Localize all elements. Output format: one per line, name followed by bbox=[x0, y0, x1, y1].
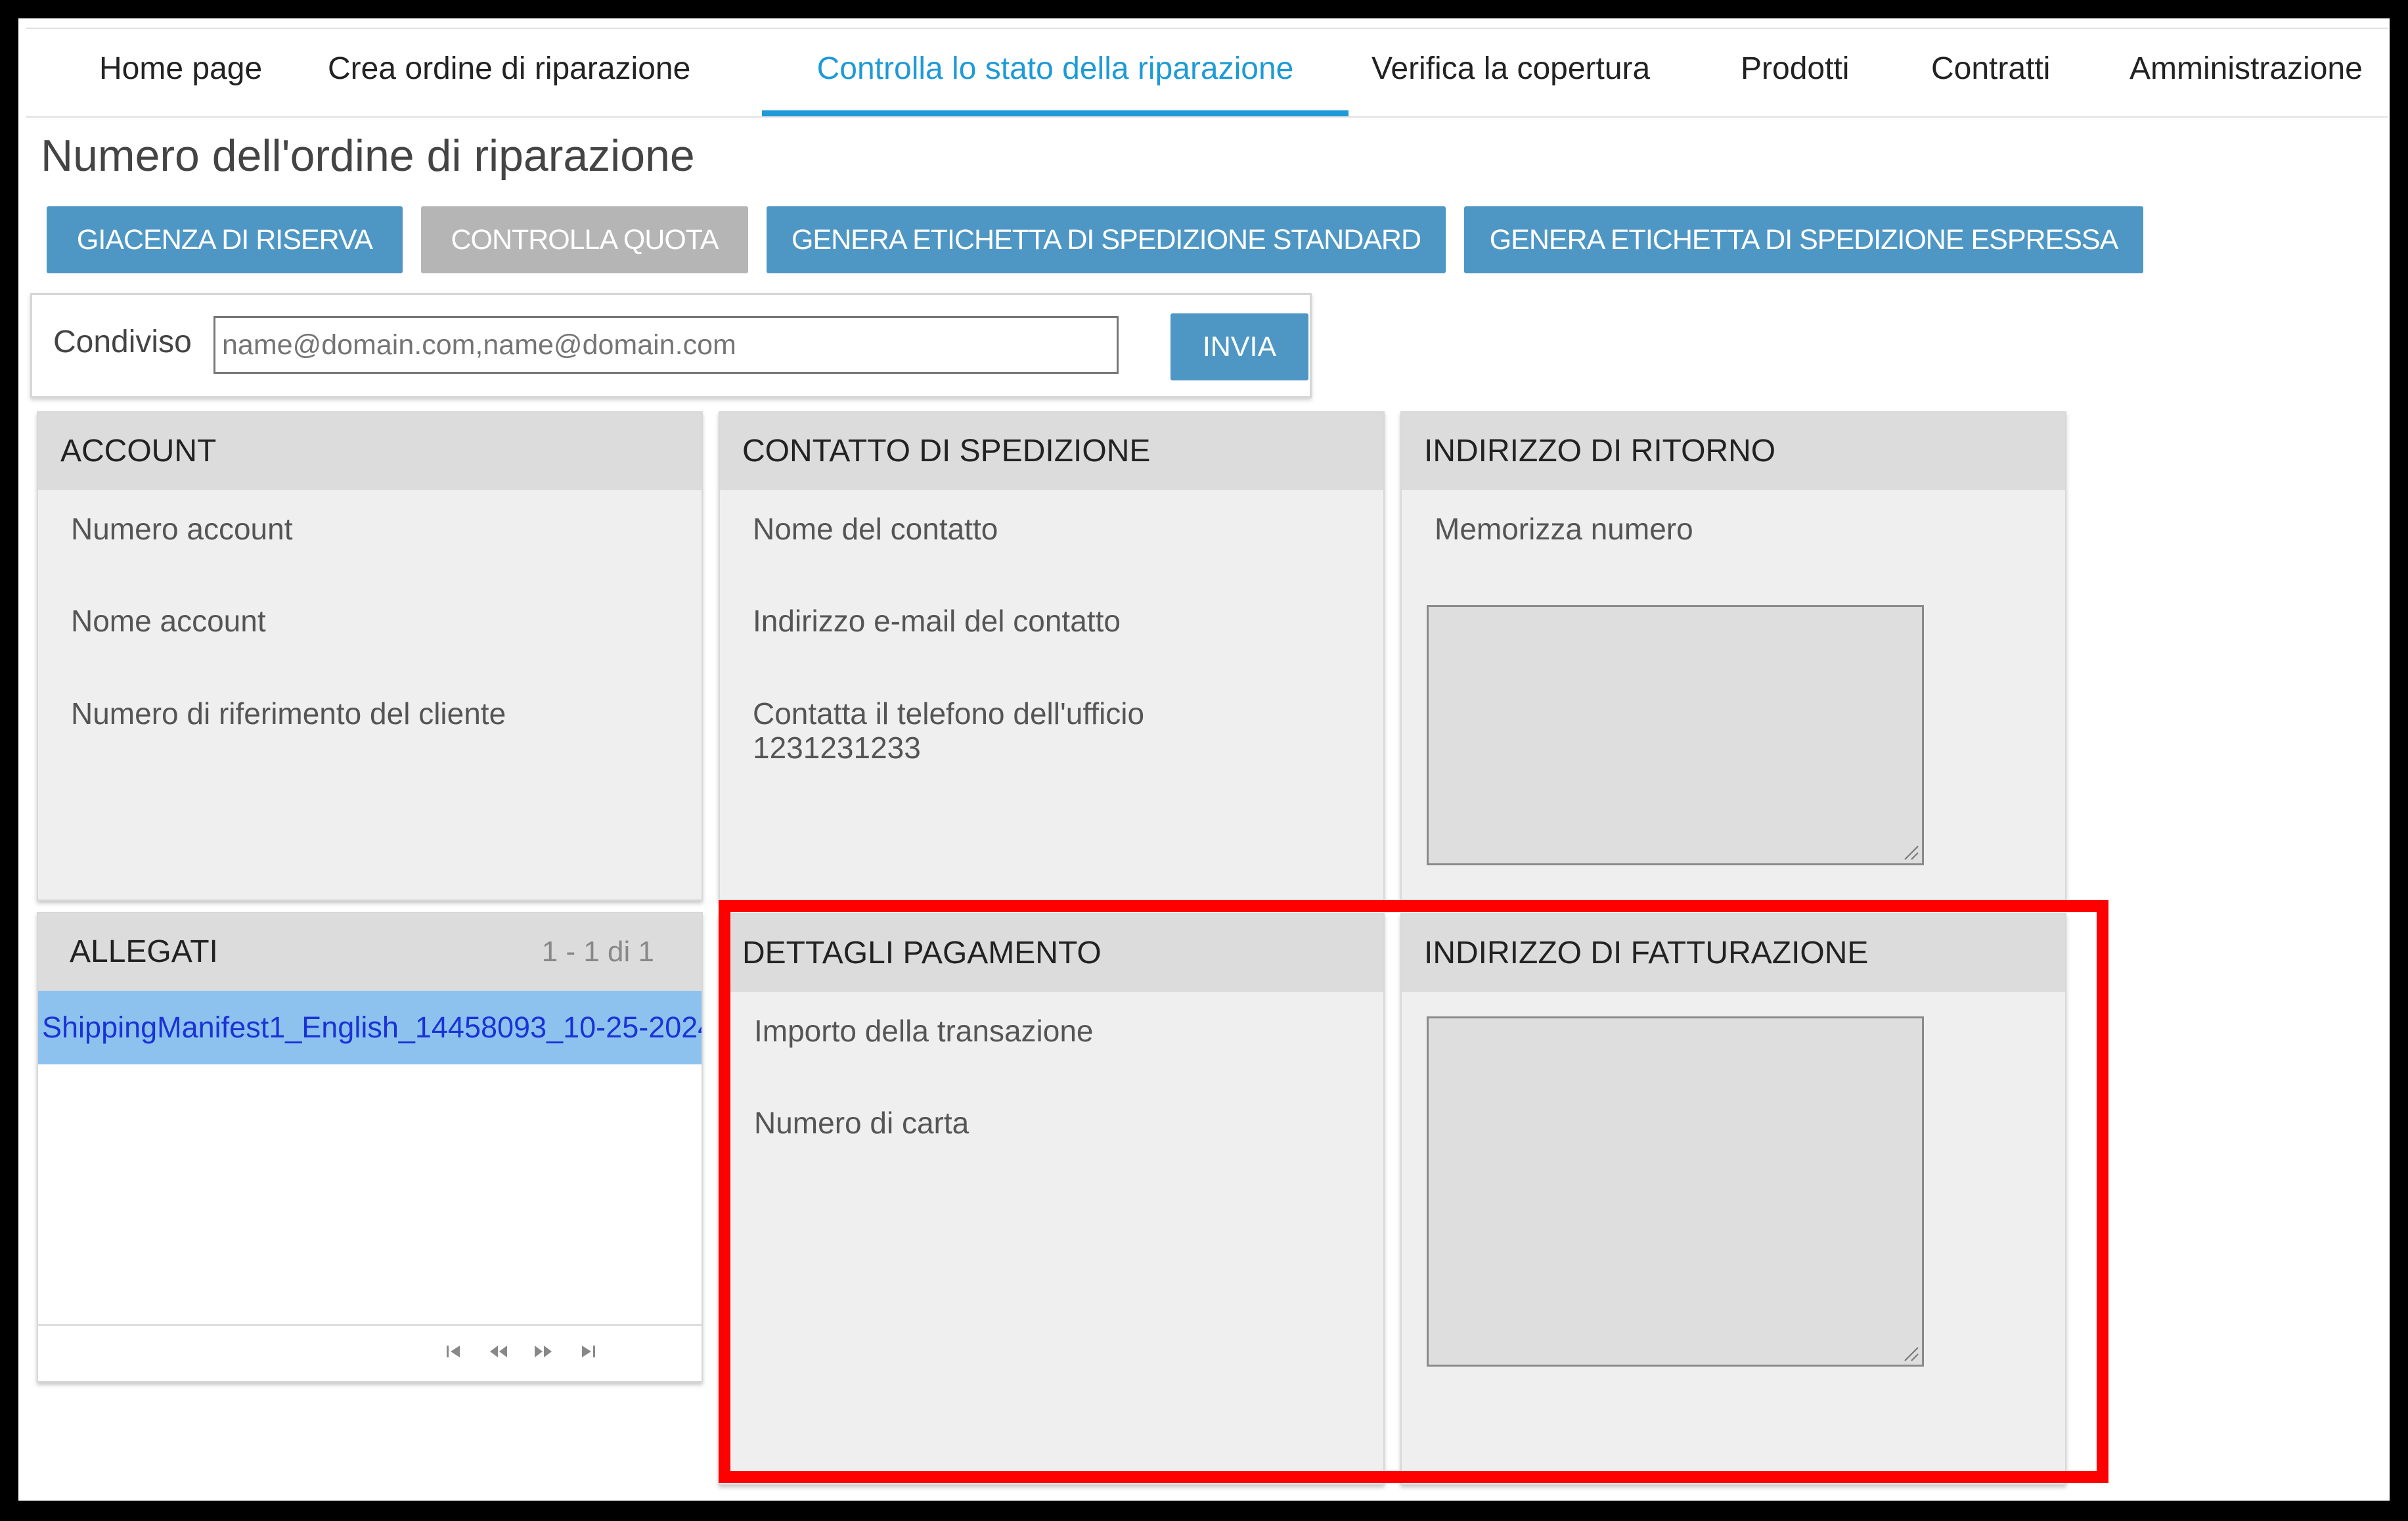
nav-create-repair-order[interactable]: Crea ordine di riparazione bbox=[328, 29, 690, 116]
first-page-icon[interactable] bbox=[444, 1342, 464, 1361]
nav-contracts[interactable]: Contratti bbox=[1931, 29, 2050, 116]
express-shipping-label-button[interactable]: GENERA ETICHETTA DI SPEDIZIONE ESPRESSA bbox=[1464, 206, 2143, 273]
return-address-panel: INDIRIZZO DI RITORNO Memorizza numero bbox=[1400, 411, 2066, 901]
last-page-icon[interactable] bbox=[578, 1342, 598, 1361]
next-page-icon[interactable] bbox=[532, 1342, 554, 1361]
office-phone-value: 1231231233 bbox=[753, 731, 921, 765]
transaction-amount-label: Importo della transazione bbox=[754, 1014, 1094, 1048]
return-address-textarea[interactable] bbox=[1427, 605, 1924, 865]
standard-shipping-label-button[interactable]: GENERA ETICHETTA DI SPEDIZIONE STANDARD bbox=[767, 206, 1446, 273]
shipping-contact-panel-title: CONTATTO DI SPEDIZIONE bbox=[720, 413, 1383, 490]
customer-reference-label: Numero di riferimento del cliente bbox=[71, 696, 506, 731]
nav-administration[interactable]: Amministrazione bbox=[2129, 29, 2363, 116]
attachment-item[interactable]: ShippingManifest1_English_14458093_10-25… bbox=[38, 991, 702, 1064]
account-name-label: Nome account bbox=[71, 604, 266, 638]
page-title: Numero dell'ordine di riparazione bbox=[41, 131, 695, 181]
previous-page-icon[interactable] bbox=[487, 1342, 510, 1361]
nav-check-repair-status[interactable]: Controlla lo stato della riparazione bbox=[762, 29, 1349, 116]
attachments-pager bbox=[38, 1324, 702, 1380]
nav-products[interactable]: Prodotti bbox=[1741, 29, 1849, 116]
resize-grip-icon[interactable] bbox=[1902, 844, 1919, 861]
account-number-label: Numero account bbox=[71, 512, 293, 546]
account-panel: ACCOUNT Numero account Nome account Nume… bbox=[37, 411, 703, 901]
attachments-panel: ALLEGATI 1 - 1 di 1 ShippingManifest1_En… bbox=[37, 912, 703, 1382]
share-email-input[interactable] bbox=[213, 316, 1119, 374]
payment-details-panel-title: DETTAGLI PAGAMENTO bbox=[720, 915, 1383, 992]
repair-status-page: Home page Crea ordine di riparazione Con… bbox=[18, 18, 2390, 1501]
payment-details-panel: DETTAGLI PAGAMENTO Importo della transaz… bbox=[719, 913, 1385, 1485]
attachments-count: 1 - 1 di 1 bbox=[541, 936, 654, 968]
billing-address-panel-title: INDIRIZZO DI FATTURAZIONE bbox=[1402, 915, 2065, 992]
share-label: Condiviso bbox=[53, 325, 192, 359]
reserve-stock-button[interactable]: GIACENZA DI RISERVA bbox=[47, 206, 403, 273]
top-nav: Home page Crea ordine di riparazione Con… bbox=[26, 28, 2388, 118]
card-number-label: Numero di carta bbox=[754, 1106, 970, 1140]
nav-verify-coverage[interactable]: Verifica la copertura bbox=[1371, 29, 1650, 116]
shipping-contact-panel: CONTATTO DI SPEDIZIONE Nome del contatto… bbox=[719, 411, 1385, 901]
account-panel-title: ACCOUNT bbox=[38, 413, 702, 490]
send-button[interactable]: INVIA bbox=[1171, 313, 1308, 380]
contact-email-label: Indirizzo e-mail del contatto bbox=[753, 604, 1121, 638]
contact-name-label: Nome del contatto bbox=[753, 512, 998, 546]
return-address-panel-title: INDIRIZZO DI RITORNO bbox=[1402, 413, 2065, 490]
share-box: Condiviso INVIA bbox=[30, 293, 1312, 398]
billing-address-textarea[interactable] bbox=[1427, 1016, 1924, 1367]
office-phone-label: Contatta il telefono dell'ufficio bbox=[753, 696, 1145, 731]
store-number-label: Memorizza numero bbox=[1435, 512, 1693, 546]
resize-grip-icon[interactable] bbox=[1902, 1345, 1919, 1362]
attachments-list-body bbox=[38, 1064, 702, 1324]
billing-address-panel: INDIRIZZO DI FATTURAZIONE bbox=[1400, 913, 2066, 1485]
check-quote-button[interactable]: CONTROLLA QUOTA bbox=[421, 206, 748, 273]
nav-home[interactable]: Home page bbox=[99, 29, 262, 116]
